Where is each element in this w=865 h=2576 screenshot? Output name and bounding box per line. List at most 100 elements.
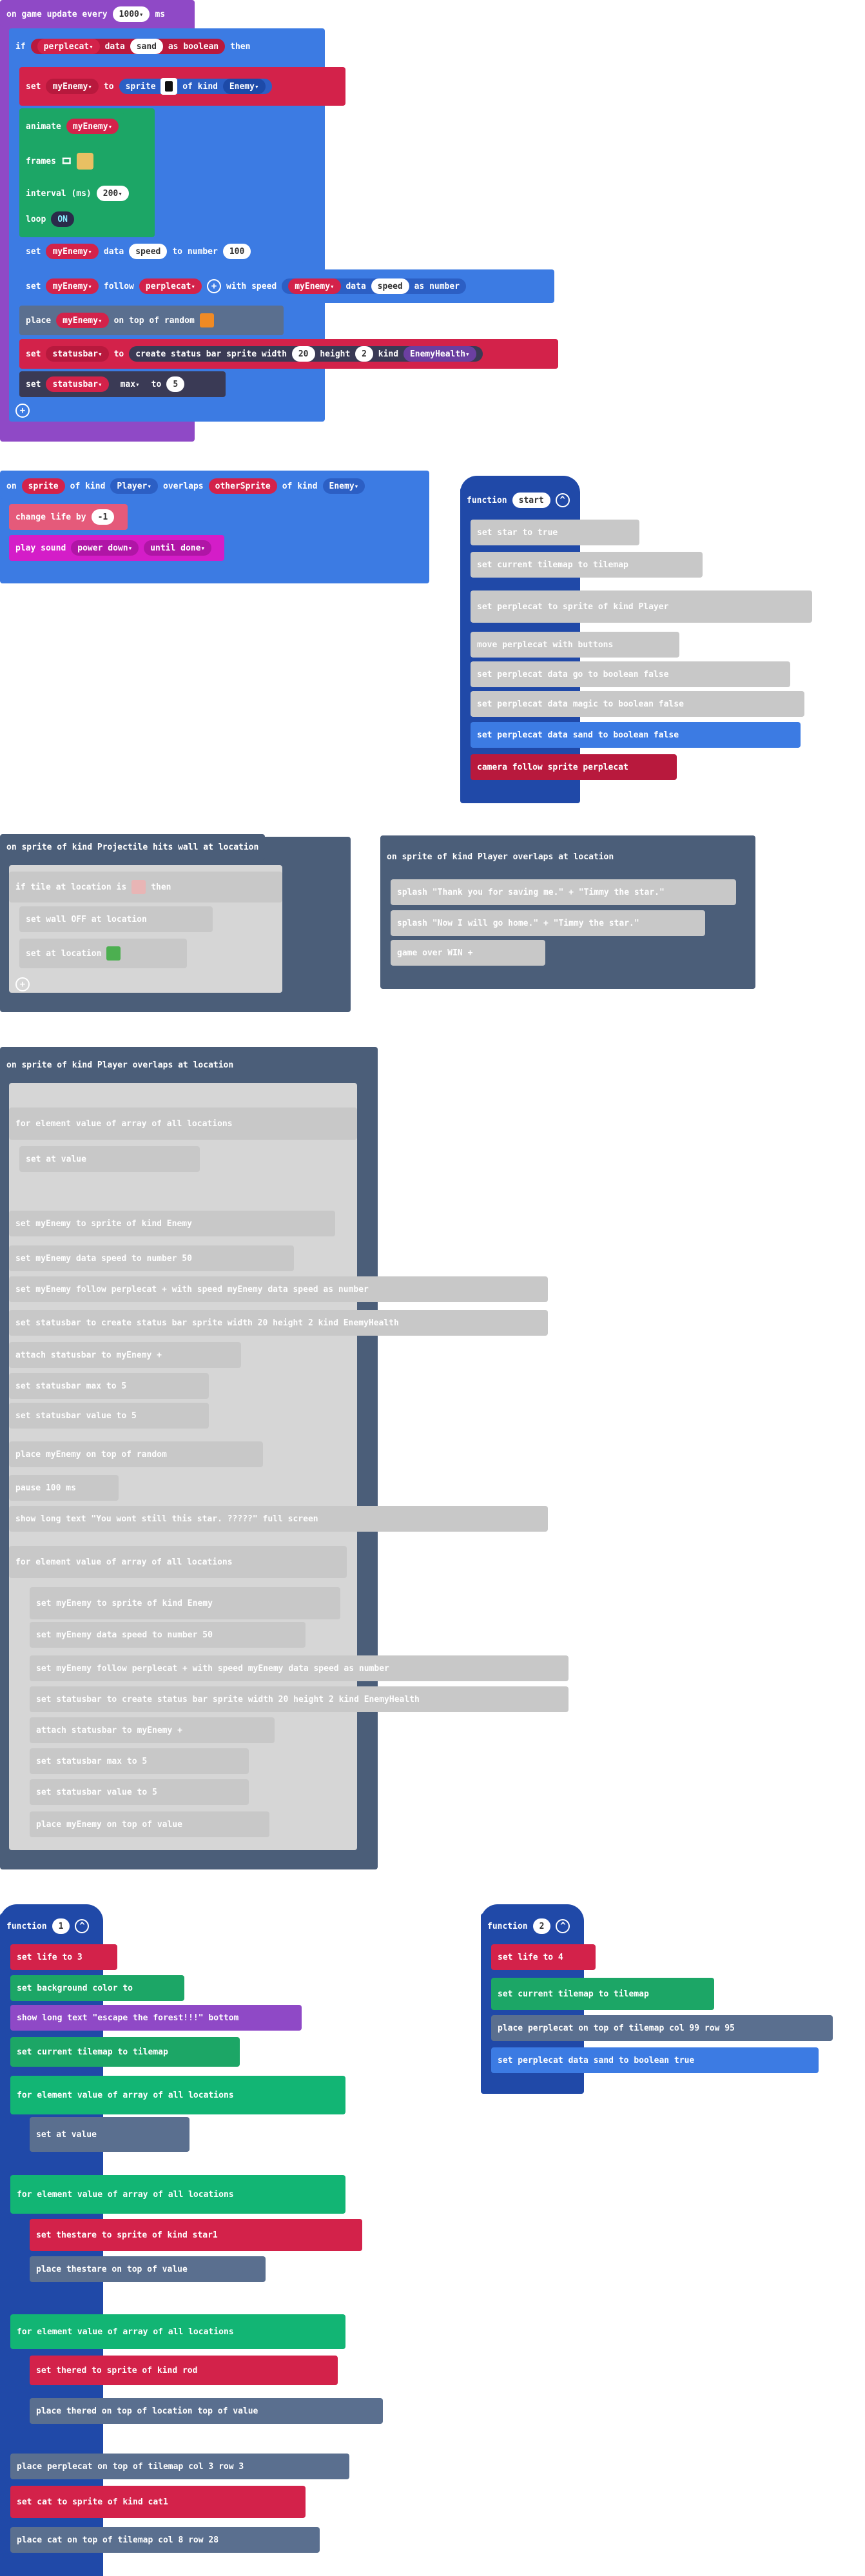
var-dropdown[interactable]: statusbar [46, 346, 109, 362]
other-param[interactable]: otherSprite [208, 478, 277, 494]
width-field[interactable]: 20 [291, 346, 315, 362]
enemy-sprite-image[interactable] [160, 78, 178, 95]
statement-row[interactable]: set myEnemy follow perplecat + with spee… [9, 1276, 548, 1302]
create-status-reporter[interactable]: create status bar sprite width 20 height… [129, 346, 483, 362]
statement-row[interactable]: place myEnemy on top of random [9, 1441, 263, 1467]
plus-icon[interactable]: + [206, 279, 221, 293]
camera-follow-row[interactable]: camera follow sprite perplecat [471, 754, 677, 780]
statement-row[interactable]: set at value [30, 2117, 190, 2152]
statement-row[interactable]: set background color to [10, 1975, 184, 2001]
statement-row[interactable]: place perplecat on top of tilemap col 99… [491, 2015, 833, 2041]
animate-row[interactable]: animate myEnemy [19, 113, 126, 139]
statement-row[interactable]: set myEnemy data speed to number 50 [9, 1245, 294, 1271]
statement-row[interactable]: set myEnemy to sprite of kind Enemy [9, 1211, 335, 1236]
function-start-header[interactable]: function start ^ [460, 487, 576, 513]
function-name-field[interactable]: start [512, 493, 550, 508]
statement-row[interactable]: set current tilemap to tilemap [491, 1978, 714, 2010]
statement-row[interactable]: set perplecat data sand to boolean true [491, 2047, 819, 2073]
place-random-row[interactable]: place myEnemy on top of random [19, 306, 284, 335]
var-dropdown[interactable]: myEnemy [288, 278, 341, 294]
var-dropdown[interactable]: myEnemy [56, 313, 109, 328]
big-overlap-header[interactable]: on sprite of kind Player overlaps at loc… [0, 1049, 240, 1080]
tile-image[interactable] [131, 880, 146, 894]
height-field[interactable]: 2 [355, 346, 373, 362]
function-1-header[interactable]: function 1 ^ [0, 1913, 96, 1939]
play-sound-row[interactable]: play sound power down until done [9, 535, 224, 561]
statement-row[interactable]: set perplecat data go to boolean false [471, 661, 790, 687]
if-header[interactable]: if perplecat data sand as boolean then [9, 34, 325, 59]
target-dropdown[interactable]: perplecat [139, 278, 202, 294]
statement-row[interactable]: set at value [19, 1146, 200, 1172]
set-tile-row[interactable]: set at location [19, 939, 187, 968]
kind-dropdown[interactable]: Enemy [322, 478, 365, 494]
number-field[interactable]: 5 [166, 376, 185, 392]
if-condition[interactable]: perplecat data sand as boolean [30, 39, 226, 54]
frames-image[interactable] [77, 153, 94, 170]
statement-row[interactable]: set thestare to sprite of kind star1 [30, 2219, 362, 2251]
statement-row[interactable]: show long text "escape the forest!!!" bo… [10, 2005, 302, 2031]
statement-row[interactable]: set myEnemy data speed to number 50 [30, 1622, 306, 1648]
projectile-wall-header[interactable]: on sprite of kind Projectile hits wall a… [0, 834, 266, 860]
collapse-icon[interactable]: ^ [555, 493, 570, 507]
statement-row[interactable]: for element value of array of all locati… [9, 1107, 357, 1140]
statement-row[interactable]: set cat to sprite of kind cat1 [10, 2486, 306, 2518]
collapse-icon[interactable]: ^ [556, 1919, 570, 1933]
player-overlap-loc-header[interactable]: on sprite of kind Player overlaps at loc… [380, 842, 621, 872]
statement-row[interactable]: move perplecat with buttons [471, 632, 679, 658]
key-field[interactable]: speed [371, 278, 409, 294]
statement-row[interactable]: set star to true [471, 520, 639, 545]
kind-dropdown[interactable]: Player [110, 478, 159, 494]
statusbar-create-row[interactable]: set statusbar to create status bar sprit… [19, 339, 558, 369]
loop-toggle[interactable]: ON [51, 211, 74, 227]
life-field[interactable]: -1 [91, 509, 115, 525]
grass-tile-image[interactable] [106, 946, 121, 961]
frames-row[interactable]: frames 🎞 [19, 148, 101, 174]
var-dropdown[interactable]: myEnemy [46, 79, 99, 94]
speed-reporter[interactable]: myEnemy data speed as number [282, 278, 467, 294]
function-2-header[interactable]: function 2 ^ [481, 1913, 577, 1939]
statement-row[interactable]: for element value of array of all locati… [10, 2076, 345, 2114]
statement-row[interactable]: set life to 4 [491, 1944, 596, 1970]
statement-row[interactable]: pause 100 ms [9, 1475, 119, 1501]
key-field[interactable]: speed [129, 244, 168, 259]
set-sand-row[interactable]: set perplecat data sand to boolean false [471, 722, 801, 748]
var-dropdown[interactable]: myEnemy [46, 278, 99, 294]
statement-row[interactable]: set thered to sprite of kind rod [30, 2356, 338, 2385]
statement-row[interactable]: set myEnemy follow perplecat + with spee… [30, 1655, 569, 1681]
ms-dropdown[interactable]: 1000 [112, 6, 150, 22]
statement-row[interactable]: place thestare on top of value [30, 2256, 266, 2282]
splash-row-2[interactable]: splash "Now I will go home." + "Timmy th… [391, 910, 705, 936]
kind-dropdown[interactable]: Enemy [222, 79, 266, 94]
overlap-enemy-header[interactable]: on sprite of kind Player overlaps otherS… [0, 473, 429, 499]
game-update-header[interactable]: on game update every 1000 ms [0, 1, 195, 27]
statement-row[interactable]: place myEnemy on top of value [30, 1811, 269, 1837]
statement-row[interactable]: set statusbar max to 5 [9, 1373, 209, 1399]
interval-dropdown[interactable]: 200 [96, 186, 129, 201]
plus-icon[interactable]: + [15, 404, 30, 418]
statement-row[interactable]: for element value of array of all locati… [9, 1546, 347, 1578]
field-dropdown[interactable]: max [114, 376, 146, 392]
plus-icon[interactable]: + [15, 977, 30, 991]
statement-row[interactable]: set statusbar to create status bar sprit… [9, 1310, 548, 1336]
set-wall-row[interactable]: set wall OFF at location [19, 906, 213, 932]
loop-row[interactable]: loop ON [19, 206, 81, 232]
sprite-param[interactable]: sprite [21, 478, 65, 494]
statement-row[interactable]: set perplecat to sprite of kind Player [471, 590, 812, 623]
var-dropdown[interactable]: myEnemy [46, 244, 99, 259]
statement-row[interactable]: set statusbar to create status bar sprit… [30, 1686, 569, 1712]
sprite-reporter[interactable]: sprite of kind Enemy [119, 78, 272, 95]
statement-row[interactable]: for element value of array of all locati… [10, 2175, 345, 2214]
number-field[interactable]: 100 [222, 244, 251, 259]
sound-dropdown[interactable]: power down [71, 540, 139, 556]
if-var-dropdown[interactable]: perplecat [37, 39, 100, 54]
follow-row[interactable]: set myEnemy follow perplecat + with spee… [19, 269, 554, 303]
statement-row[interactable]: set statusbar value to 5 [30, 1779, 249, 1805]
statement-row[interactable]: set perplecat data magic to boolean fals… [471, 691, 804, 717]
until-dropdown[interactable]: until done [144, 540, 212, 556]
if-tile-row[interactable]: if tile at location is then [9, 872, 282, 903]
if-key-field[interactable]: sand [130, 39, 164, 54]
statement-row[interactable]: for element value of array of all locati… [10, 2314, 345, 2349]
tile-image[interactable] [199, 313, 214, 327]
statement-row[interactable]: place cat on top of tilemap col 8 row 28 [10, 2527, 320, 2553]
statement-row[interactable]: set current tilemap to tilemap [471, 552, 703, 578]
